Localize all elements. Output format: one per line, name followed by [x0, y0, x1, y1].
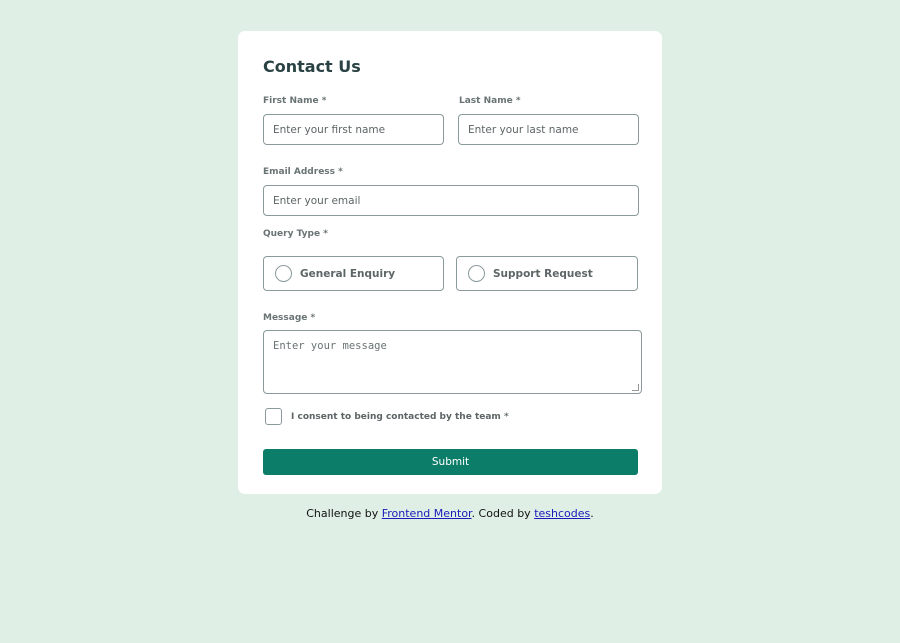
required-marker: *	[310, 313, 316, 323]
consent-label-text: I consent to being contacted by the team	[291, 412, 501, 422]
first-name-label: First Name *	[263, 96, 326, 106]
submit-button[interactable]: Submit	[263, 449, 638, 475]
query-type-label: Query Type *	[263, 229, 328, 239]
radio-support-request[interactable]: Support Request	[456, 256, 638, 291]
radio-circle-icon[interactable]	[275, 265, 292, 282]
email-label: Email Address *	[263, 167, 343, 177]
last-name-label-text: Last Name	[459, 96, 513, 106]
message-label: Message *	[263, 313, 315, 323]
teshcodes-link[interactable]: teshcodes	[534, 507, 590, 520]
radio-circle-icon[interactable]	[468, 265, 485, 282]
message-textarea[interactable]: Enter your message	[263, 330, 642, 394]
first-name-label-text: First Name	[263, 96, 319, 106]
message-label-text: Message	[263, 313, 308, 323]
attribution-footer: Challenge by Frontend Mentor. Coded by t…	[0, 507, 900, 520]
required-marker: *	[323, 229, 328, 239]
contact-form-card: Contact Us First Name * Enter your first…	[238, 31, 662, 494]
message-placeholder: Enter your message	[273, 340, 387, 352]
radio-label-general-enquiry: General Enquiry	[300, 267, 396, 280]
first-name-placeholder: Enter your first name	[273, 123, 386, 136]
footer-suffix: .	[590, 507, 594, 520]
last-name-input[interactable]: Enter your last name	[458, 114, 639, 145]
radio-general-enquiry[interactable]: General Enquiry	[263, 256, 444, 291]
required-marker: *	[515, 96, 521, 106]
first-name-input[interactable]: Enter your first name	[263, 114, 444, 145]
consent-label: I consent to being contacted by the team…	[291, 412, 509, 422]
last-name-label: Last Name *	[459, 96, 521, 106]
resize-handle-icon[interactable]	[632, 384, 639, 391]
email-placeholder: Enter your email	[273, 194, 361, 207]
footer-prefix: Challenge by	[306, 507, 379, 520]
query-type-label-text: Query Type	[263, 229, 321, 239]
last-name-placeholder: Enter your last name	[468, 123, 579, 136]
email-label-text: Email Address	[263, 167, 336, 177]
required-marker: *	[503, 412, 509, 422]
form-title: Contact Us	[263, 57, 361, 76]
frontend-mentor-link[interactable]: Frontend Mentor	[382, 507, 472, 520]
email-input[interactable]: Enter your email	[263, 185, 639, 216]
footer-middle: . Coded by	[471, 507, 531, 520]
radio-label-support-request: Support Request	[493, 267, 593, 280]
consent-checkbox[interactable]	[265, 408, 282, 425]
required-marker: *	[338, 167, 343, 177]
required-marker: *	[321, 96, 327, 106]
